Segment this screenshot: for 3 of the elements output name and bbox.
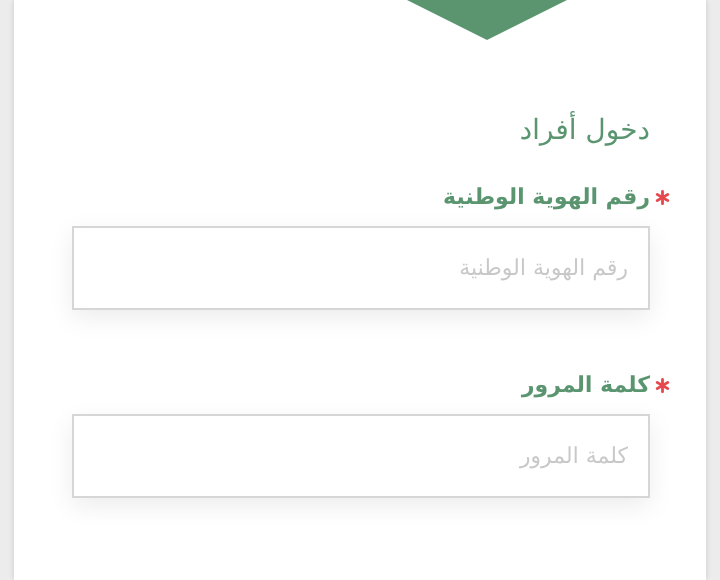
field-label: كلمة المرور: [522, 372, 650, 398]
field-label: رقم الهوية الوطنية: [443, 184, 650, 210]
form-title: دخول أفراد: [518, 110, 650, 148]
